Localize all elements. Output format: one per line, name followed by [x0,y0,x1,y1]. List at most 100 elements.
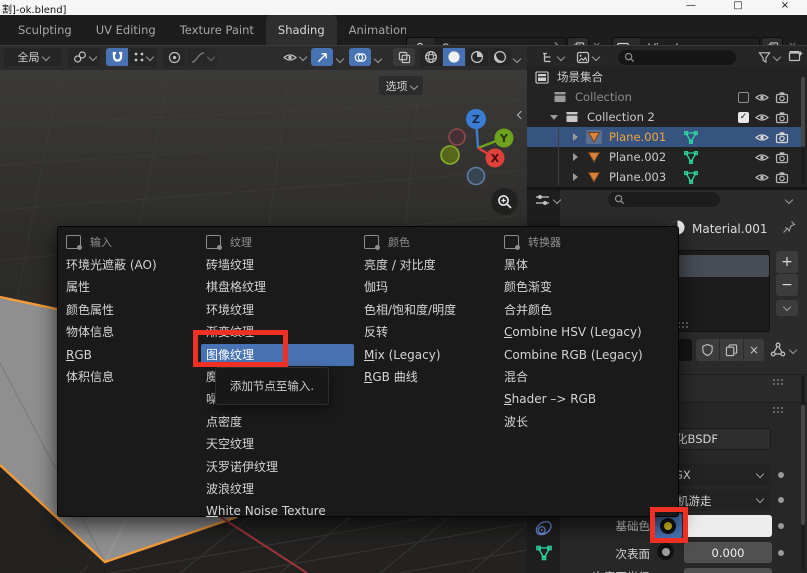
outliner-scrollbar[interactable] [801,77,805,185]
menu-item[interactable]: 伽玛 [364,276,496,298]
menu-item[interactable]: Combine HSV (Legacy) [504,321,676,343]
viewport-options-dropdown[interactable]: 选项 [379,76,423,95]
mesh-data-icon[interactable] [683,130,699,145]
menu-item[interactable]: 反转 [364,321,496,343]
disclosure-closed-icon[interactable] [573,173,578,181]
menu-item[interactable]: RGB [66,344,198,366]
shading-wireframe-button[interactable] [420,48,442,66]
animate-dot[interactable] [778,497,784,503]
maximize-button[interactable]: □ [727,0,749,14]
panel-grip[interactable] [772,406,786,413]
tab-texture-paint[interactable]: Texture Paint [168,15,266,45]
outliner-row-plane001[interactable]: Plane.001 [527,127,801,147]
menu-item[interactable]: 点密度 [206,411,359,433]
tab-sculpting[interactable]: Sculpting [6,15,84,45]
outliner-row-scene-collection[interactable]: 场景集合 [527,67,801,87]
menu-item[interactable]: 棋盘格纹理 [206,276,359,298]
disclosure-closed-icon[interactable] [573,153,578,161]
viewport-zoom-button[interactable] [491,188,518,215]
eye-icon[interactable] [755,91,769,104]
menu-item[interactable]: 属性 [66,276,198,298]
menu-item[interactable]: 颜色属性 [66,299,198,321]
outliner-editor-type-dropdown[interactable] [537,48,567,66]
snap-toggle[interactable] [106,48,128,66]
camera-render-icon[interactable] [775,111,789,124]
pin-icon[interactable] [782,220,796,234]
chevron-down-icon[interactable] [785,196,793,204]
fake-user-button[interactable] [696,339,719,361]
animate-dot[interactable] [778,550,784,556]
menu-item[interactable]: 色相/饱和度/明度 [364,299,496,321]
new-collection-button[interactable] [788,49,803,64]
mesh-data-icon[interactable] [683,170,699,185]
shading-material-button[interactable] [466,48,488,66]
camera-render-icon[interactable] [775,151,789,164]
gizmos-toggle[interactable] [311,48,333,66]
shading-rendered-button[interactable] [489,48,511,66]
menu-item[interactable]: 体积信息 [66,366,198,388]
disclosure-closed-icon[interactable] [573,133,578,141]
list-resize-grip[interactable] [677,321,691,328]
exclude-checkbox[interactable] [738,92,749,103]
overlays-toggle[interactable] [349,48,371,66]
tab-shading[interactable]: Shading [266,15,337,45]
menu-item[interactable]: 颜色渐变 [504,276,676,298]
menu-item[interactable]: 砖墙纹理 [206,254,359,276]
menu-item[interactable]: White Noise Texture [206,500,359,522]
menu-item[interactable]: 亮度 / 对比度 [364,254,496,276]
unlink-material-button[interactable]: × [744,339,764,361]
shading-solid-button[interactable] [443,48,465,66]
base-color-swatch[interactable] [684,515,772,537]
minimize-button[interactable]: — [680,0,702,14]
object-data-tab-icon[interactable] [535,544,553,562]
pivot-point-dropdown[interactable] [68,48,100,66]
menu-item[interactable]: 合并颜色 [504,299,676,321]
show-gizmo-dropdown[interactable] [278,48,310,66]
menu-item[interactable]: RGB 曲线 [364,366,496,388]
menu-item[interactable]: Combine RGB (Legacy) [504,344,676,366]
menu-item[interactable]: 环境纹理 [206,299,359,321]
properties-search-input[interactable] [608,192,720,207]
menu-item[interactable]: 波浪纹理 [206,478,359,500]
animate-dot[interactable] [778,523,784,529]
menu-item[interactable]: 黑体 [504,254,676,276]
slot-specials-dropdown[interactable] [776,300,798,316]
proportional-editing-toggle[interactable] [163,48,185,66]
new-material-button[interactable] [720,339,743,361]
xray-toggle[interactable] [393,48,415,66]
eye-icon[interactable] [755,111,769,124]
tab-animation[interactable]: Animation [337,15,406,45]
eye-icon[interactable] [755,171,769,184]
chevron-down-icon[interactable] [336,55,344,63]
menu-item[interactable]: 混合 [504,366,676,388]
eye-icon[interactable] [755,131,769,144]
camera-render-icon[interactable] [775,171,789,184]
close-button[interactable]: × [774,0,796,14]
menu-item[interactable]: 沃罗诺伊纹理 [206,456,359,478]
physics-tab-icon[interactable] [533,518,554,539]
outliner-row-plane003[interactable]: Plane.003 [527,167,801,187]
disclosure-open-icon[interactable] [550,115,558,120]
menu-item[interactable]: Mix (Legacy) [364,344,496,366]
outliner-display-mode-dropdown[interactable] [571,48,603,66]
properties-editor-type-dropdown[interactable] [535,193,560,207]
transform-orientation-dropdown[interactable]: 全局 [4,48,62,66]
camera-render-icon[interactable] [775,91,789,104]
outliner-row-plane002[interactable]: Plane.002 [527,147,801,167]
chevron-down-icon[interactable] [513,55,521,63]
mesh-data-icon[interactable] [683,150,699,165]
material-nodetree-dropdown[interactable] [770,342,796,358]
snap-to-dropdown[interactable] [129,48,157,66]
remove-slot-button[interactable]: − [776,274,798,296]
socket-icon[interactable] [657,543,674,560]
menu-item[interactable]: 物体信息 [66,321,198,343]
tab-uv-editing[interactable]: UV Editing [84,15,168,45]
add-slot-button[interactable]: + [776,251,798,273]
outliner-filter-dropdown[interactable] [755,48,783,66]
menu-item[interactable]: 波长 [504,411,676,433]
subsurface-value-field[interactable]: 0.000 [684,542,772,563]
menu-item[interactable]: 天空纹理 [206,433,359,455]
camera-render-icon[interactable] [775,131,789,144]
outliner-row-collection2[interactable]: Collection 2 ✓ [527,107,801,127]
menu-item[interactable]: 环境光遮蔽 (AO) [66,254,198,276]
